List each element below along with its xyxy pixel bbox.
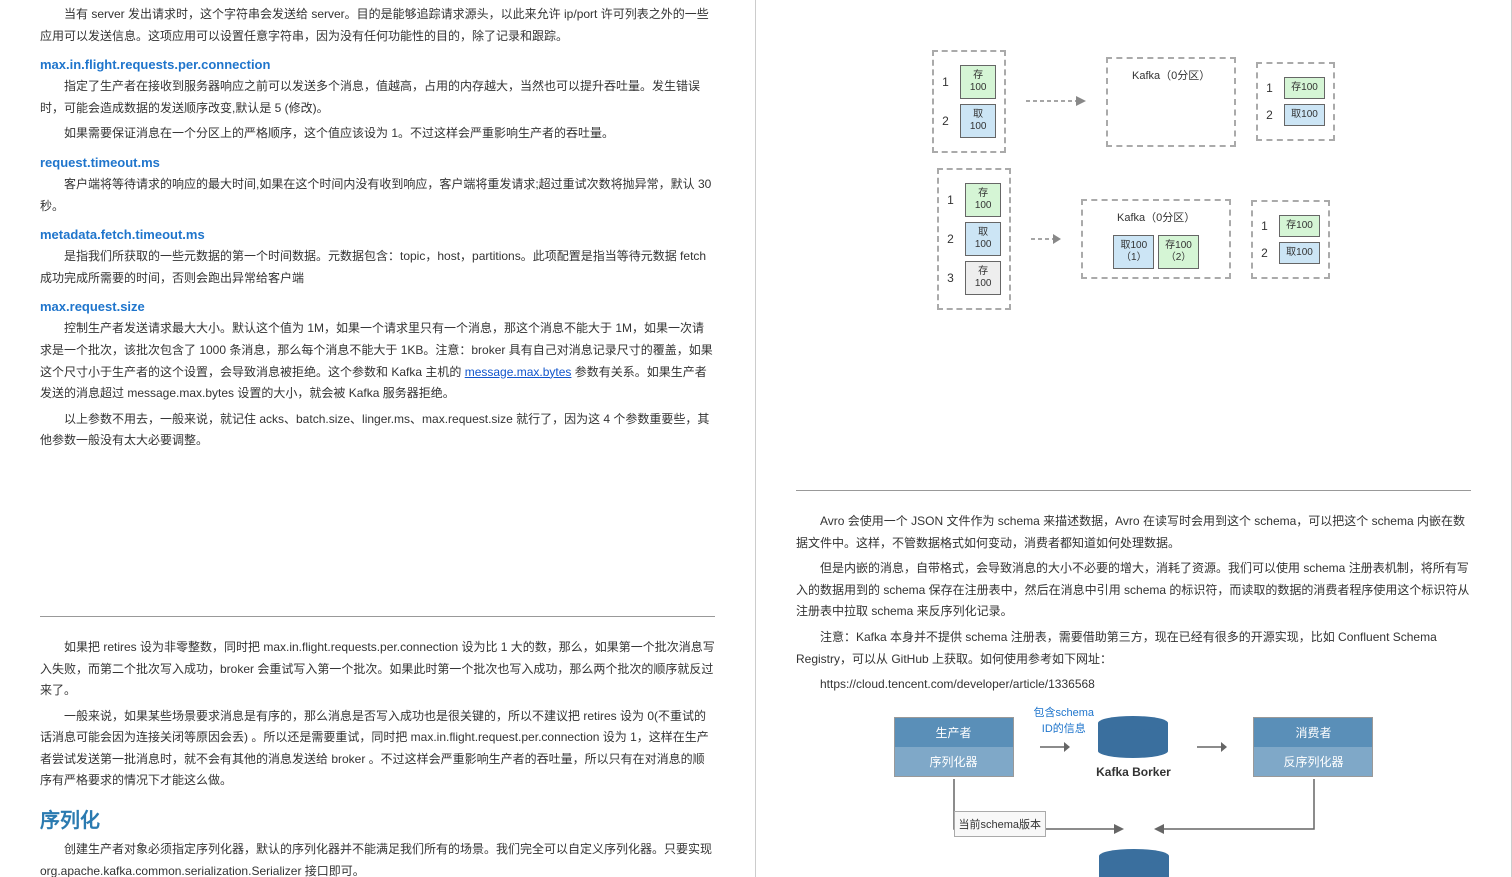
arrow-icon bbox=[1031, 227, 1061, 252]
arrow-icon bbox=[1040, 737, 1070, 757]
para: 以上参数不用去，一般来说，就记住 acks、batch.size、linger.… bbox=[40, 409, 715, 452]
target-box: 1存100 2取100 bbox=[1256, 62, 1335, 141]
producer-box: 生产者 序列化器 bbox=[894, 717, 1014, 777]
cell: 取100 bbox=[960, 104, 996, 138]
left-page: 当有 server 发出请求时，这个字符串会发送给 server。目的是能够追踪… bbox=[0, 0, 756, 877]
kafka-diagram-top: 1存100 2取100 Kafka（0分区） 1存100 2取100 1存100… bbox=[796, 50, 1471, 310]
kafka-title: Kafka（0分区） bbox=[1091, 209, 1221, 225]
arrow-icon bbox=[1197, 737, 1227, 757]
para: 创建生产者对象必须指定序列化器，默认的序列化器并不能满足我们所有的场景。我们完全… bbox=[40, 839, 715, 877]
kafka-box: Kafka（0分区） bbox=[1106, 57, 1236, 147]
annotation: 当前schema版本 bbox=[954, 811, 1047, 837]
para: Avro 会使用一个 JSON 文件作为 schema 来描述数据，Avro 在… bbox=[796, 511, 1471, 554]
cell: 存100 bbox=[1279, 215, 1320, 237]
label: 消费者 bbox=[1254, 718, 1372, 747]
kafka-box-2: Kafka（0分区） 取100（1） 存100（2） bbox=[1081, 199, 1231, 279]
cell: 取100 bbox=[965, 222, 1001, 256]
label: 反序列化器 bbox=[1254, 747, 1372, 776]
cell: 取100 bbox=[1284, 104, 1325, 126]
para: 当有 server 发出请求时，这个字符串会发送给 server。目的是能够追踪… bbox=[40, 4, 715, 47]
para: 是指我们所获取的一些元数据的第一个时间数据。元数据包含：topic，host，p… bbox=[40, 246, 715, 289]
section-heading: metadata.fetch.timeout.ms bbox=[40, 227, 715, 242]
para: 如果把 retires 设为非零整数，同时把 max.in.flight.req… bbox=[40, 637, 715, 702]
cell: 存100 bbox=[960, 65, 996, 99]
para: 指定了生产者在接收到服务器响应之前可以发送多个消息，值越高，占用的内存越大，当然… bbox=[40, 76, 715, 119]
cell: 存100 bbox=[965, 261, 1001, 295]
right-page: 1存100 2取100 Kafka（0分区） 1存100 2取100 1存100… bbox=[756, 0, 1512, 877]
source-box-2: 1存100 2取100 3存100 bbox=[937, 168, 1011, 310]
para: 如果需要保证消息在一个分区上的严格顺序，这个值应该设为 1。不过这样会严重影响生… bbox=[40, 123, 715, 145]
para: 一般来说，如果某些场景要求消息是有序的，那么消息是否写入成功也是很关键的，所以不… bbox=[40, 706, 715, 792]
schema-registry-icon: Schema 注册表 bbox=[1074, 849, 1194, 877]
target-box-2: 1存100 2取100 bbox=[1251, 200, 1330, 279]
cell: 取100（1） bbox=[1113, 235, 1154, 269]
url-text: https://cloud.tencent.com/developer/arti… bbox=[796, 674, 1471, 696]
annotation: 包含schemaID的信息 bbox=[1034, 704, 1095, 736]
section-heading: max.in.flight.requests.per.connection bbox=[40, 57, 715, 72]
label: Kafka Borker bbox=[1096, 765, 1171, 779]
cell: 存100 bbox=[965, 183, 1001, 217]
divider bbox=[40, 616, 715, 617]
label: 生产者 bbox=[895, 718, 1013, 747]
cell: 存100（2） bbox=[1158, 235, 1199, 269]
label: 序列化器 bbox=[895, 747, 1013, 776]
heading-serialization: 序列化 bbox=[40, 804, 715, 833]
cell: 取100 bbox=[1279, 242, 1320, 264]
para: 但是内嵌的消息，自带格式，会导致消息的大小不必要的增大，消耗了资源。我们可以使用… bbox=[796, 558, 1471, 623]
arrow-icon bbox=[1026, 89, 1086, 114]
section-heading: request.timeout.ms bbox=[40, 155, 715, 170]
section-heading: max.request.size bbox=[40, 299, 715, 314]
para: 控制生产者发送请求最大大小。默认这个值为 1M，如果一个请求里只有一个消息，那这… bbox=[40, 318, 715, 404]
kafka-broker-icon: Kafka Borker bbox=[1096, 716, 1171, 779]
kafka-title: Kafka（0分区） bbox=[1116, 67, 1226, 83]
para: 客户端将等待请求的响应的最大时间,如果在这个时间内没有收到响应，客户端将重发请求… bbox=[40, 174, 715, 217]
consumer-box: 消费者 反序列化器 bbox=[1253, 717, 1373, 777]
link-message-max-bytes[interactable]: message.max.bytes bbox=[465, 365, 572, 379]
schema-pipeline-diagram: 包含schemaID的信息 生产者 序列化器 Kafka Borker 消费者 … bbox=[894, 716, 1374, 877]
divider bbox=[796, 490, 1471, 491]
source-box: 1存100 2取100 bbox=[932, 50, 1006, 153]
cell: 存100 bbox=[1284, 77, 1325, 99]
para: 注意：Kafka 本身并不提供 schema 注册表，需要借助第三方，现在已经有… bbox=[796, 627, 1471, 670]
